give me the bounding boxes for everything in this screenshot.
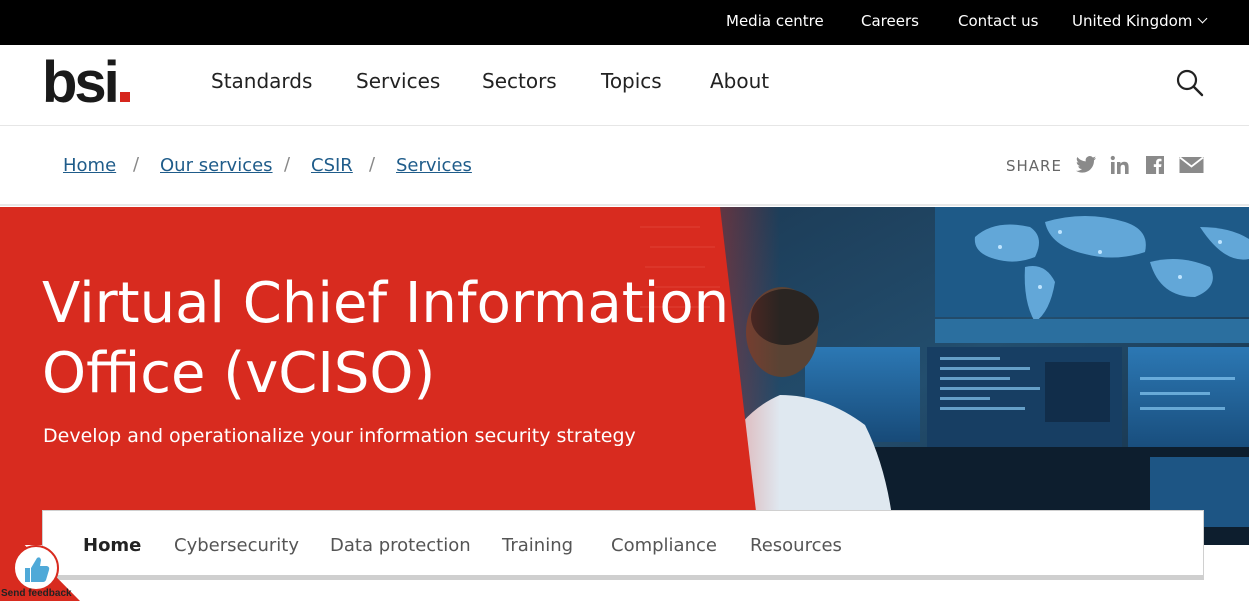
media-centre-link[interactable]: Media centre: [726, 12, 824, 30]
section-subnav: Home Cybersecurity Data protection Train…: [42, 510, 1204, 580]
hero-banner: Virtual Chief Information Office (vCISO)…: [0, 207, 1249, 545]
breadcrumb-separator: /: [369, 154, 376, 175]
nav-about[interactable]: About: [710, 69, 769, 93]
breadcrumb-separator: /: [284, 154, 291, 175]
nav-topics[interactable]: Topics: [601, 69, 662, 93]
nav-sectors[interactable]: Sectors: [482, 69, 557, 93]
chevron-down-icon: [1197, 13, 1208, 24]
breadcrumb-our-services[interactable]: Our services: [160, 155, 273, 176]
main-header: bsi Standards Services Sectors Topics Ab…: [0, 45, 1249, 126]
subnav-training[interactable]: Training: [502, 535, 573, 556]
share-label: SHARE: [1006, 157, 1062, 175]
logo-dot: [119, 92, 130, 102]
breadcrumb-services[interactable]: Services: [396, 155, 472, 176]
region-label: United Kingdom: [1072, 12, 1193, 30]
search-icon[interactable]: [1176, 69, 1204, 97]
breadcrumb-csir[interactable]: CSIR: [311, 155, 353, 176]
subnav-cybersecurity[interactable]: Cybersecurity: [174, 535, 299, 556]
breadcrumb-home[interactable]: Home: [63, 155, 116, 176]
hero-subtitle: Develop and operationalize your informat…: [43, 425, 636, 447]
region-selector[interactable]: United Kingdom: [1072, 12, 1208, 30]
subnav-compliance[interactable]: Compliance: [611, 535, 717, 556]
utility-bar: Media centre Careers Contact us United K…: [0, 0, 1249, 45]
breadcrumb: Home / Our services / CSIR / Services SH…: [0, 126, 1249, 206]
twitter-icon[interactable]: [1075, 155, 1097, 175]
nav-services[interactable]: Services: [356, 69, 440, 93]
contact-us-link[interactable]: Contact us: [958, 12, 1038, 30]
nav-standards[interactable]: Standards: [211, 69, 312, 93]
linkedin-icon[interactable]: [1109, 155, 1131, 175]
subnav-resources[interactable]: Resources: [750, 535, 842, 556]
page: Media centre Careers Contact us United K…: [0, 0, 1249, 601]
breadcrumb-separator: /: [133, 154, 140, 175]
subnav-data-protection[interactable]: Data protection: [330, 535, 471, 556]
email-icon[interactable]: [1179, 155, 1204, 175]
bsi-logo[interactable]: bsi: [42, 53, 130, 113]
logo-text: bsi: [42, 50, 120, 115]
subnav-home[interactable]: Home: [83, 535, 141, 556]
feedback-label[interactable]: Send feedback: [1, 588, 72, 599]
hero-title: Virtual Chief Information Office (vCISO): [42, 271, 730, 406]
facebook-icon[interactable]: [1144, 155, 1166, 175]
careers-link[interactable]: Careers: [861, 12, 919, 30]
